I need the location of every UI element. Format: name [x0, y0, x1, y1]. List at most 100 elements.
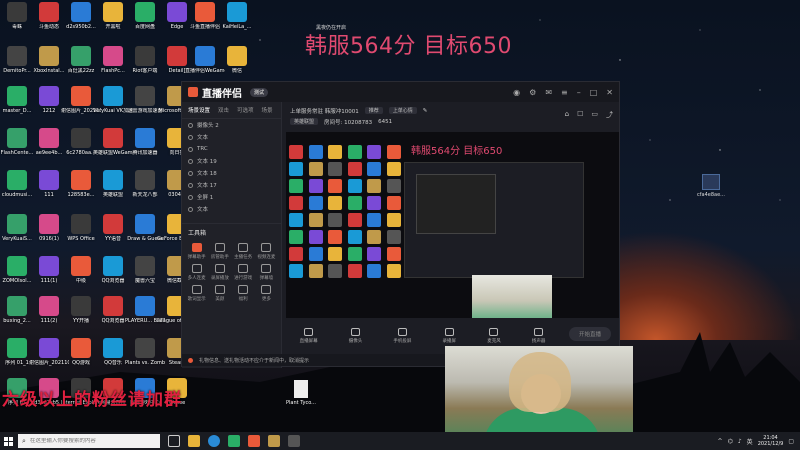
task-view-icon[interactable]: [168, 435, 180, 447]
room-action-icons: ⌂ ☐ ▭ ⤴: [565, 110, 613, 120]
volume-icon[interactable]: ♪: [738, 438, 742, 445]
gift-icon[interactable]: ⌂: [565, 110, 569, 120]
tool-item[interactable]: 视频连麦: [256, 243, 277, 260]
tool-item[interactable]: 录屏播放: [209, 264, 230, 281]
scene-item[interactable]: 文本 19: [182, 155, 281, 167]
room-category-tag[interactable]: 英雄联盟: [290, 118, 319, 125]
control-button[interactable]: 摄像头: [349, 328, 362, 344]
room-chip-recommend[interactable]: 推荐: [364, 107, 383, 114]
tool-item[interactable]: 更多: [256, 285, 277, 302]
search-input[interactable]: [29, 438, 150, 444]
start-live-button[interactable]: 开始直播: [569, 327, 611, 341]
file-explorer-icon[interactable]: [188, 435, 200, 447]
maximize-icon[interactable]: □: [590, 88, 598, 97]
eye-icon[interactable]: [188, 194, 193, 200]
scene-item[interactable]: TRC: [182, 143, 281, 155]
scene-label: 文本 18: [197, 171, 217, 177]
tool-item[interactable]: 美颜: [209, 285, 230, 302]
preview-tile: [328, 230, 342, 244]
control-button[interactable]: 麦克风: [487, 328, 501, 344]
minimize-icon[interactable]: –: [577, 88, 581, 97]
scene-item[interactable]: 全屏 1: [182, 191, 281, 203]
app-icon: [7, 86, 27, 106]
app-icon: [7, 214, 27, 234]
tv-icon[interactable]: ▭: [591, 110, 598, 120]
tool-item[interactable]: 福利: [233, 285, 254, 302]
document-icon: [294, 380, 308, 398]
tool-item[interactable]: 主播任务: [233, 243, 254, 260]
tool-item[interactable]: 多人连麦: [186, 264, 207, 281]
chat-icon[interactable]: ☐: [577, 110, 583, 120]
eye-icon[interactable]: [188, 206, 193, 212]
notification-icon[interactable]: ▢: [788, 438, 794, 445]
preview-tile: [289, 264, 303, 278]
eye-icon[interactable]: [188, 134, 193, 140]
live-app-icon[interactable]: [248, 435, 260, 447]
preview-tile: [386, 264, 401, 278]
desktop-icon-right[interactable]: cfa4e8ae...: [694, 174, 728, 198]
preview-tile: [289, 247, 303, 261]
eye-icon[interactable]: [188, 146, 193, 152]
app-icon: [135, 86, 155, 106]
message-icon[interactable]: ✉: [545, 88, 552, 97]
menu-icon[interactable]: ≡: [561, 88, 568, 97]
tab-double-click[interactable]: 双击: [218, 106, 229, 114]
eye-icon[interactable]: [188, 182, 193, 188]
eye-icon[interactable]: [188, 158, 193, 164]
preview-overlay-title: 韩服564分 目标650: [411, 146, 503, 157]
tab-scene-settings[interactable]: 场景设置: [188, 106, 210, 114]
app-icon: [71, 170, 91, 190]
eye-icon[interactable]: [188, 170, 193, 176]
edge-icon[interactable]: [208, 435, 220, 447]
close-icon[interactable]: ✕: [606, 88, 613, 97]
stream-preview[interactable]: 韩服564分 目标650: [286, 132, 619, 318]
start-button[interactable]: [0, 432, 16, 450]
tab-scene[interactable]: 场景: [262, 106, 273, 114]
scene-item[interactable]: 摄像头 2: [182, 119, 281, 131]
scene-label: 全屏 1: [197, 195, 214, 201]
eye-icon[interactable]: [188, 122, 193, 128]
edit-icon[interactable]: ✎: [423, 108, 428, 114]
control-button[interactable]: 直播屏幕: [300, 328, 318, 344]
app-icon[interactable]: [288, 435, 300, 447]
tool-item[interactable]: 歌词显示: [186, 285, 207, 302]
control-button[interactable]: 手机投屏: [393, 328, 411, 344]
app-icon: [71, 2, 91, 22]
network-icon[interactable]: ⌬: [728, 438, 733, 445]
scene-item[interactable]: 文本: [182, 131, 281, 143]
control-button[interactable]: 扬声器: [532, 328, 545, 344]
tool-item[interactable]: 进行游戏: [233, 264, 254, 281]
taskbar-search[interactable]: ⌕: [18, 434, 160, 448]
share-icon[interactable]: ⤴: [606, 110, 613, 120]
app-icon: [103, 46, 123, 66]
scene-item[interactable]: 文本 17: [182, 179, 281, 191]
input-language[interactable]: 英: [747, 437, 753, 446]
app-icon: [227, 46, 247, 66]
tool-icon: [261, 285, 272, 294]
clock[interactable]: 21:04 2021/12/9: [758, 435, 784, 447]
scene-item[interactable]: 文本: [182, 203, 281, 215]
preview-tile: [367, 230, 381, 244]
control-button[interactable]: 录播屏: [443, 328, 456, 344]
version-badge[interactable]: 测试: [250, 87, 269, 97]
preview-desktop-tiles: [286, 142, 406, 278]
control-icon: [304, 328, 314, 336]
tab-options[interactable]: 可选项: [237, 106, 254, 114]
room-chip-mood[interactable]: 上单心情: [388, 107, 417, 114]
preview-tile: [347, 196, 362, 210]
tray-arrow-icon[interactable]: ^: [718, 438, 723, 445]
tool-item[interactable]: 弹幕墙: [256, 264, 277, 281]
tool-item[interactable]: 弹幕助手: [186, 243, 207, 260]
desktop-icon[interactable]: KaiHeiLa_...: [220, 2, 254, 48]
avatar-icon[interactable]: ◉: [513, 88, 520, 97]
wechat-icon[interactable]: [228, 435, 240, 447]
preview-tile: [328, 145, 342, 159]
scene-item[interactable]: 文本 18: [182, 167, 281, 179]
tool-item[interactable]: 房管助手: [209, 243, 230, 260]
scene-tabs: 场景设置 双击 可选项 场景: [182, 102, 281, 119]
settings-icon[interactable]: ⚙: [529, 88, 536, 97]
desktop-icon-plant[interactable]: Plant Tyco...: [286, 380, 316, 406]
scene-list: 摄像头 2 文本 TRC 文本 19 文本 18 文本 17 全屏 1 文本: [182, 119, 281, 215]
room-title[interactable]: 上单服务常驻 韩服冲10001: [290, 107, 359, 115]
league-icon[interactable]: [268, 435, 280, 447]
